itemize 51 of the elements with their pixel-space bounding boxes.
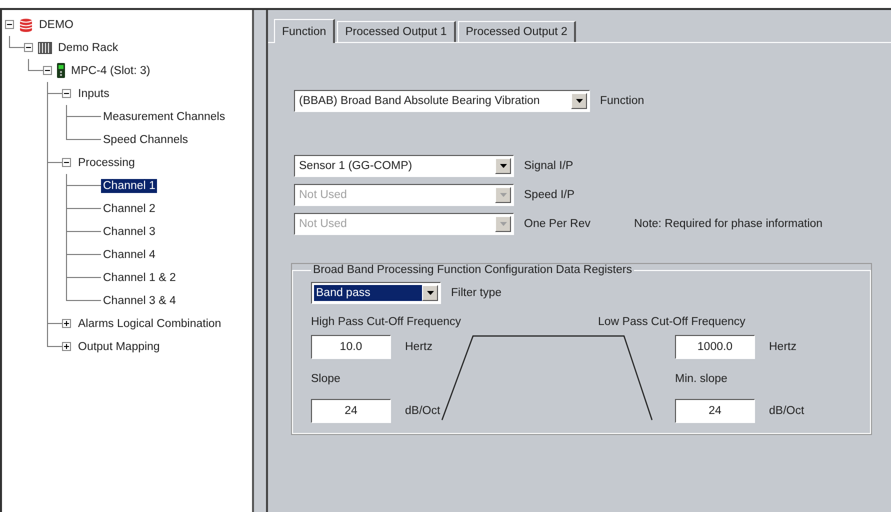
tree-item[interactable]: DEMO bbox=[37, 18, 76, 32]
unit-label: dB/Oct bbox=[405, 405, 440, 417]
collapse-icon[interactable] bbox=[24, 43, 33, 52]
group-title: Broad Band Processing Function Configuration Data Registers bbox=[312, 264, 633, 276]
splitter-bar[interactable] bbox=[254, 10, 268, 512]
slope-field[interactable]: 24 bbox=[675, 399, 755, 423]
tab[interactable]: Function bbox=[274, 19, 336, 43]
tree-item[interactable]: Channel 2 bbox=[101, 202, 158, 216]
tree-item[interactable]: Channel 1 bbox=[101, 178, 158, 192]
note-text: Note: Required for phase information bbox=[634, 218, 823, 230]
slope-field[interactable]: 24 bbox=[311, 399, 391, 423]
frequency-field[interactable]: 10.0 bbox=[311, 335, 391, 359]
tree-item[interactable]: Output Mapping bbox=[76, 340, 162, 354]
filter-dropdown[interactable]: Band pass bbox=[311, 282, 441, 304]
collapse-icon[interactable] bbox=[5, 20, 14, 29]
collapse-icon[interactable] bbox=[62, 89, 71, 98]
rack-icon bbox=[38, 42, 52, 54]
field-label: Slope bbox=[311, 372, 342, 387]
section-heading: High Pass Cut-Off Frequency bbox=[311, 315, 462, 330]
expand-icon[interactable] bbox=[62, 319, 71, 328]
tree-item[interactable]: Inputs bbox=[76, 86, 112, 100]
section-heading: Low Pass Cut-Off Frequency bbox=[598, 315, 746, 330]
tree-item[interactable]: MPC-4 (Slot: 3) bbox=[69, 64, 152, 78]
tree-item[interactable]: Speed Channels bbox=[101, 132, 190, 146]
collapse-icon[interactable] bbox=[62, 158, 71, 167]
tree-item[interactable]: Processing bbox=[76, 156, 137, 170]
unit-label: Hertz bbox=[405, 341, 432, 353]
field-label: One Per Rev bbox=[524, 218, 592, 230]
tab[interactable]: Processed Output 2 bbox=[458, 21, 576, 42]
database-icon bbox=[19, 18, 33, 32]
tab[interactable]: Processed Output 1 bbox=[337, 21, 456, 42]
field-label: Filter type bbox=[451, 286, 502, 298]
tree-item[interactable]: Channel 4 bbox=[101, 248, 158, 262]
tree-item[interactable]: Channel 3 bbox=[101, 224, 158, 238]
tree-item[interactable]: Channel 3 & 4 bbox=[101, 294, 178, 308]
field-label: Speed I/P bbox=[524, 188, 576, 200]
field-label: Min. slope bbox=[675, 372, 728, 387]
unit-label: Hertz bbox=[769, 341, 796, 353]
function-dropdown[interactable]: (BBAB) Broad Band Absolute Bearing Vibration bbox=[294, 90, 590, 112]
collapse-icon[interactable] bbox=[43, 66, 52, 75]
module-icon bbox=[57, 63, 65, 78]
field-label: Function bbox=[600, 94, 644, 106]
tree-item[interactable]: Channel 1 & 2 bbox=[101, 270, 178, 284]
input-dropdown[interactable]: Sensor 1 (GG-COMP) bbox=[294, 154, 514, 176]
frequency-field[interactable]: 1000.0 bbox=[675, 335, 755, 359]
unit-label: dB/Oct bbox=[769, 405, 804, 417]
expand-icon[interactable] bbox=[62, 342, 71, 351]
tree-item[interactable]: Measurement Channels bbox=[101, 110, 228, 124]
tree-item[interactable]: Demo Rack bbox=[56, 40, 120, 54]
field-label: Signal I/P bbox=[524, 160, 574, 172]
tree-item[interactable]: Alarms Logical Combination bbox=[76, 316, 224, 330]
